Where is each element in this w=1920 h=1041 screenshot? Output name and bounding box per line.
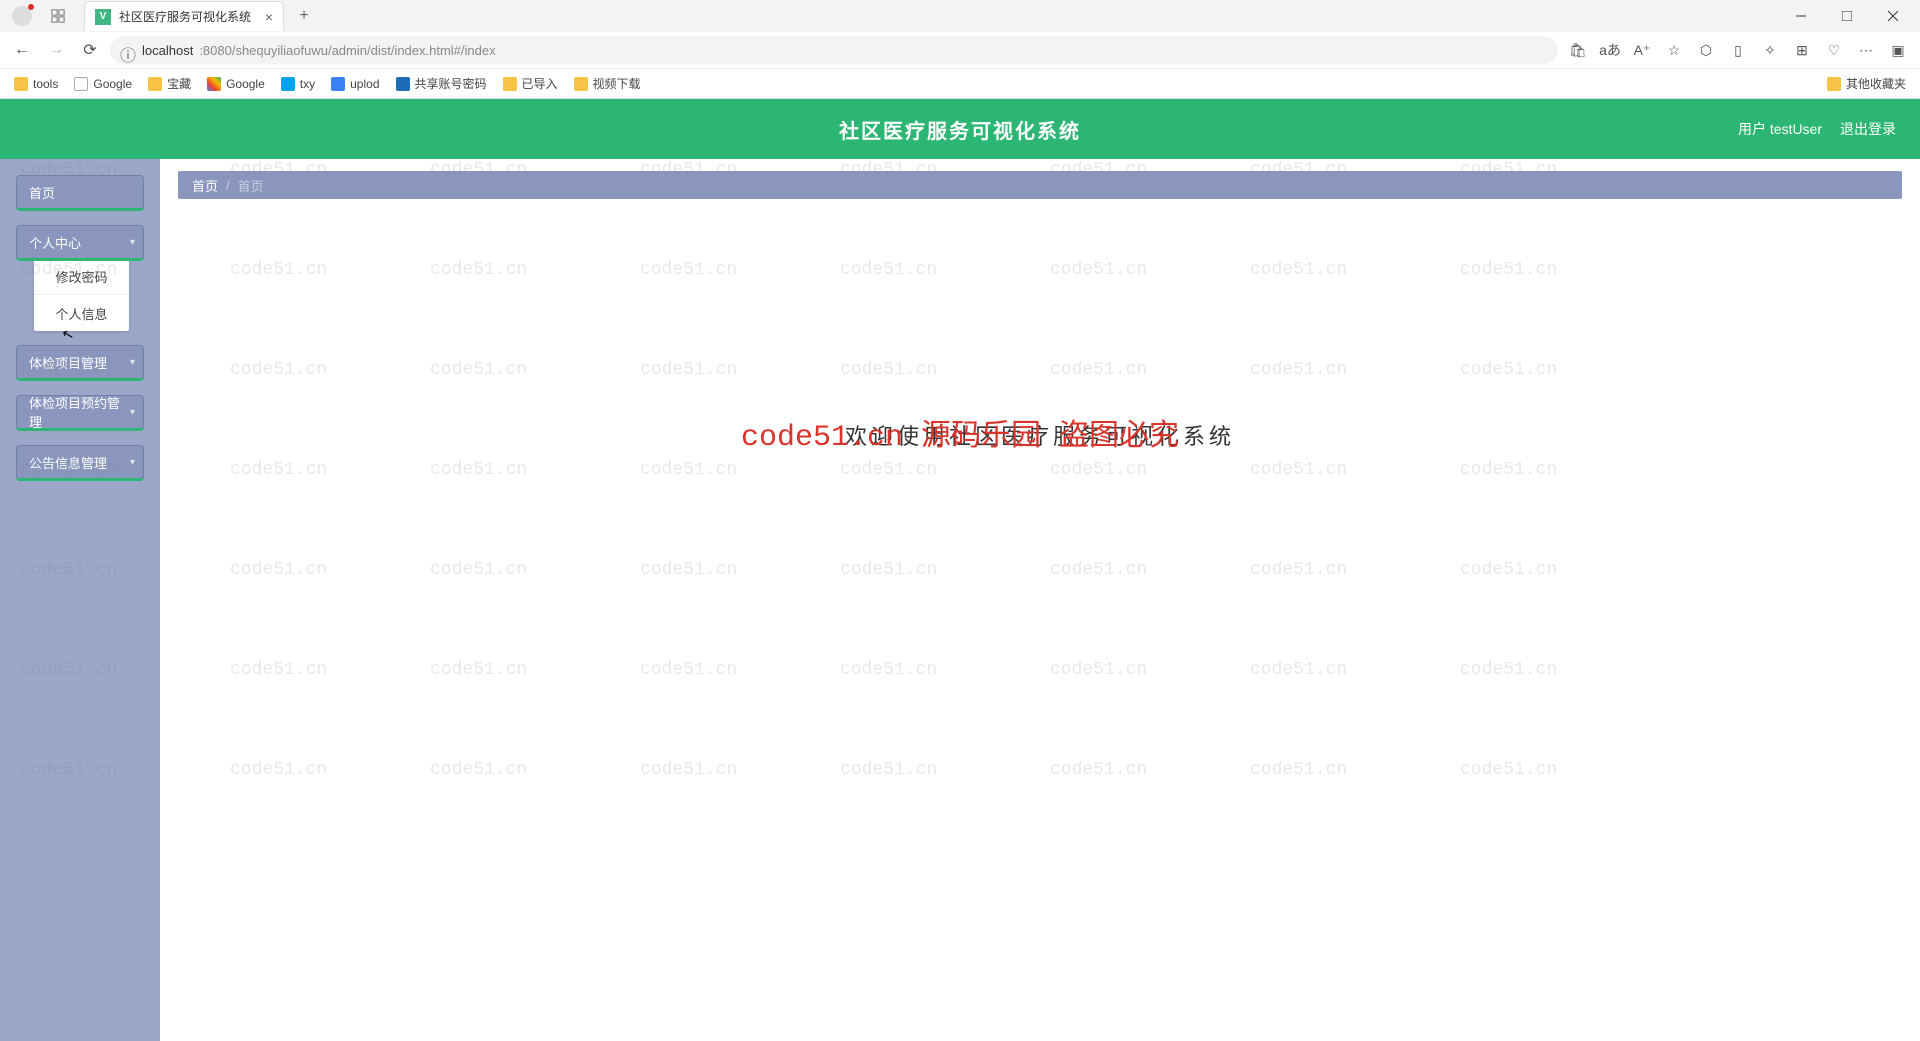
- site-icon: [396, 77, 410, 91]
- minimize-button[interactable]: [1778, 0, 1824, 32]
- bookmarks-bar: tools Google 宝藏 Google txy uplod 共享账号密码 …: [0, 68, 1920, 98]
- bookmark-uplod[interactable]: uplod: [325, 74, 385, 94]
- app-title: 社区医疗服务可视化系统: [839, 115, 1081, 144]
- tab-overview-button[interactable]: [46, 4, 70, 28]
- close-tab-icon[interactable]: ×: [265, 9, 273, 25]
- menu-icon[interactable]: ⋯: [1852, 36, 1880, 64]
- new-tab-button[interactable]: +: [290, 2, 318, 30]
- breadcrumb-current: 首页: [238, 176, 264, 195]
- read-aloud-icon[interactable]: A⁺: [1628, 36, 1656, 64]
- browser-navbar: ← → ⟳ ⓘ localhost :8080/shequyiliaofuwu/a…: [0, 32, 1920, 68]
- folder-icon: [148, 77, 162, 91]
- url-path: :8080/shequyiliaofuwu/admin/dist/index.h…: [199, 43, 495, 58]
- submenu-profile[interactable]: 个人信息 ↖: [34, 295, 129, 331]
- chevron-down-icon: ▾: [130, 237, 135, 248]
- folder-icon: [1827, 77, 1841, 91]
- extension-icon[interactable]: ⬡: [1692, 36, 1720, 64]
- submenu-personal: 修改密码 个人信息 ↖: [34, 259, 129, 331]
- translate-icon[interactable]: aあ: [1596, 36, 1624, 64]
- sidebar-item-notice[interactable]: 公告信息管理 ▾: [16, 445, 144, 481]
- maximize-button[interactable]: [1824, 0, 1870, 32]
- tab-title: 社区医疗服务可视化系统: [119, 8, 257, 25]
- folder-icon: [574, 77, 588, 91]
- refresh-button[interactable]: ⟳: [76, 36, 104, 64]
- sidebar-toggle-icon[interactable]: ▣: [1884, 36, 1912, 64]
- bookmark-share[interactable]: 共享账号密码: [390, 72, 493, 95]
- chevron-down-icon: ▾: [130, 407, 135, 418]
- bookmark-baozang[interactable]: 宝藏: [142, 72, 197, 95]
- logout-link[interactable]: 退出登录: [1840, 119, 1896, 139]
- google-icon: [207, 77, 221, 91]
- close-window-button[interactable]: [1870, 0, 1916, 32]
- site-info-icon[interactable]: ⓘ: [120, 42, 136, 58]
- main-content: 首页 / 首页 欢迎使用社区医疗服务可视化系统: [160, 159, 1920, 1041]
- breadcrumb: 首页 / 首页: [178, 171, 1902, 199]
- site-icon: [331, 77, 345, 91]
- bookmark-txy[interactable]: txy: [275, 74, 321, 94]
- submenu-change-password[interactable]: 修改密码: [34, 259, 129, 295]
- sidebar-item-checkup[interactable]: 体检项目管理 ▾: [16, 345, 144, 381]
- other-bookmarks[interactable]: 其他收藏夹: [1821, 72, 1912, 95]
- browser-titlebar: V 社区医疗服务可视化系统 × +: [0, 0, 1920, 32]
- sidebar-item-home[interactable]: 首页: [16, 175, 144, 211]
- bookmark-google2[interactable]: Google: [201, 74, 271, 94]
- site-icon: [281, 77, 295, 91]
- browser-tab[interactable]: V 社区医疗服务可视化系统 ×: [84, 1, 284, 31]
- split-screen-icon[interactable]: ▯: [1724, 36, 1752, 64]
- url-host: localhost: [142, 43, 193, 58]
- cursor-icon: ↖: [60, 325, 76, 344]
- back-button[interactable]: ←: [8, 36, 36, 64]
- bookmark-video[interactable]: 视频下载: [568, 72, 647, 95]
- shopping-icon[interactable]: 🛍: [1564, 36, 1592, 64]
- breadcrumb-root[interactable]: 首页: [192, 176, 218, 195]
- folder-icon: [14, 77, 28, 91]
- favorite-icon[interactable]: ☆: [1660, 36, 1688, 64]
- address-bar[interactable]: ⓘ localhost :8080/shequyiliaofuwu/admin/d…: [110, 36, 1558, 64]
- performance-icon[interactable]: ♡: [1820, 36, 1848, 64]
- sidebar-item-personal[interactable]: 个人中心 ▾: [16, 225, 144, 261]
- bookmark-tools[interactable]: tools: [8, 74, 64, 94]
- chevron-down-icon: ▾: [130, 457, 135, 468]
- app-header: 社区医疗服务可视化系统 用户 testUser 退出登录: [0, 99, 1920, 159]
- collections-icon[interactable]: ⊞: [1788, 36, 1816, 64]
- sidebar-item-checkup-reserve[interactable]: 体检项目预约管理 ▾: [16, 395, 144, 431]
- chevron-down-icon: ▾: [130, 357, 135, 368]
- vue-favicon-icon: V: [95, 9, 111, 25]
- favorites-bar-icon[interactable]: ✧: [1756, 36, 1784, 64]
- user-label[interactable]: 用户 testUser: [1738, 119, 1822, 139]
- folder-icon: [503, 77, 517, 91]
- forward-button[interactable]: →: [42, 36, 70, 64]
- sidebar: 首页 个人中心 ▾ 修改密码 个人信息 ↖ 体检项目管理 ▾ 体检项目预约管理 …: [0, 159, 160, 1041]
- bookmark-imported[interactable]: 已导入: [497, 72, 564, 95]
- welcome-message: 欢迎使用社区医疗服务可视化系统: [178, 419, 1902, 451]
- page-icon: [74, 77, 88, 91]
- profile-avatar[interactable]: [12, 6, 32, 26]
- bookmark-google[interactable]: Google: [68, 74, 138, 94]
